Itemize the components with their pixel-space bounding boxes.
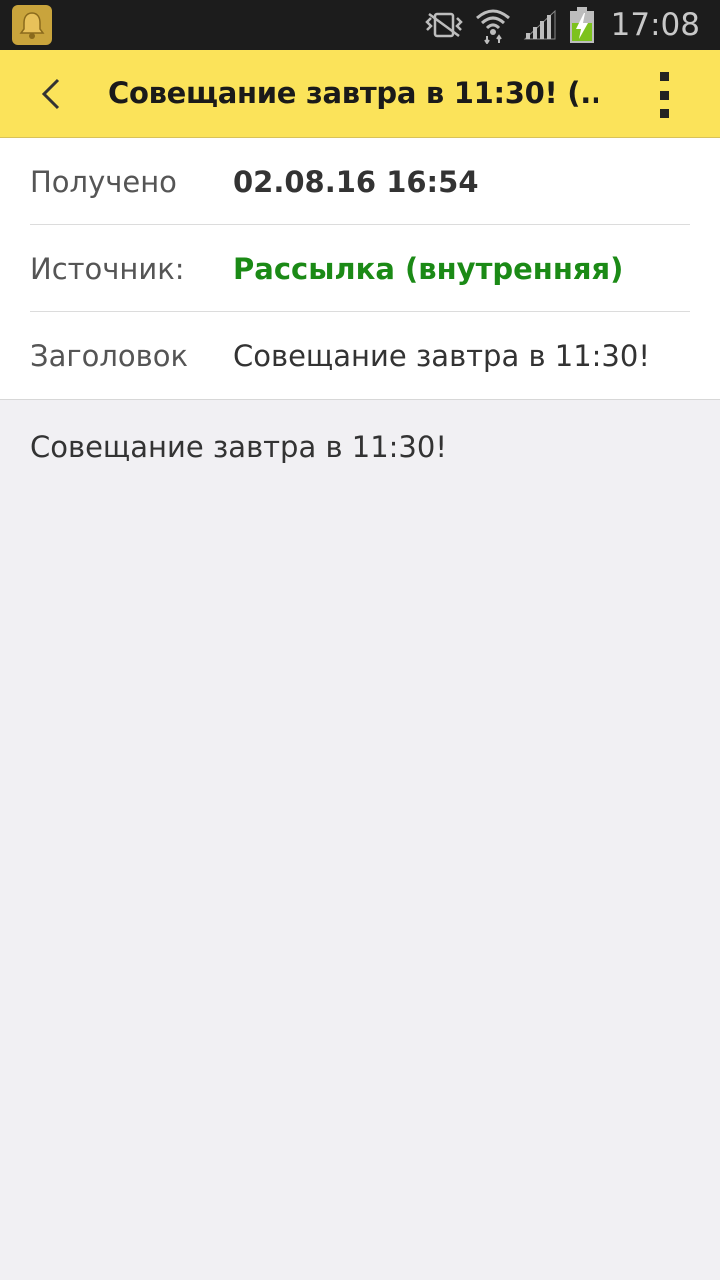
subject-value: Совещание завтра в 11:30! [233,339,650,373]
message-details: Получено 02.08.16 16:54 Источник: Рассыл… [0,138,720,400]
wifi-icon [475,6,511,44]
status-bar: 17:08 [0,0,720,50]
subject-label: Заголовок [30,339,188,373]
source-link[interactable]: Рассылка (внутренняя) [233,252,623,286]
source-label: Источник: [30,252,185,286]
chevron-left-icon [41,78,60,110]
received-label: Получено [30,165,177,199]
detail-row-received: Получено 02.08.16 16:54 [30,138,690,225]
back-button[interactable] [30,72,74,116]
detail-row-source: Источник: Рассылка (внутренняя) [30,225,690,312]
battery-charging-icon [569,7,595,43]
page-title: Совещание завтра в 11:30! (... [108,76,598,110]
menu-dot [659,90,669,100]
status-icons: 17:08 [424,0,720,50]
signal-icon [523,9,557,41]
app-notification-icon [12,5,52,45]
received-value: 02.08.16 16:54 [233,165,479,199]
menu-dot [659,72,669,81]
detail-row-subject: Заголовок Совещание завтра в 11:30! [30,312,690,399]
vibrate-icon [424,10,463,40]
status-time: 17:08 [610,7,700,43]
app-bar: Совещание завтра в 11:30! (... [0,50,720,138]
more-vertical-icon[interactable] [652,72,676,118]
message-body: Совещание завтра в 11:30! [30,430,447,464]
menu-dot [659,109,669,118]
